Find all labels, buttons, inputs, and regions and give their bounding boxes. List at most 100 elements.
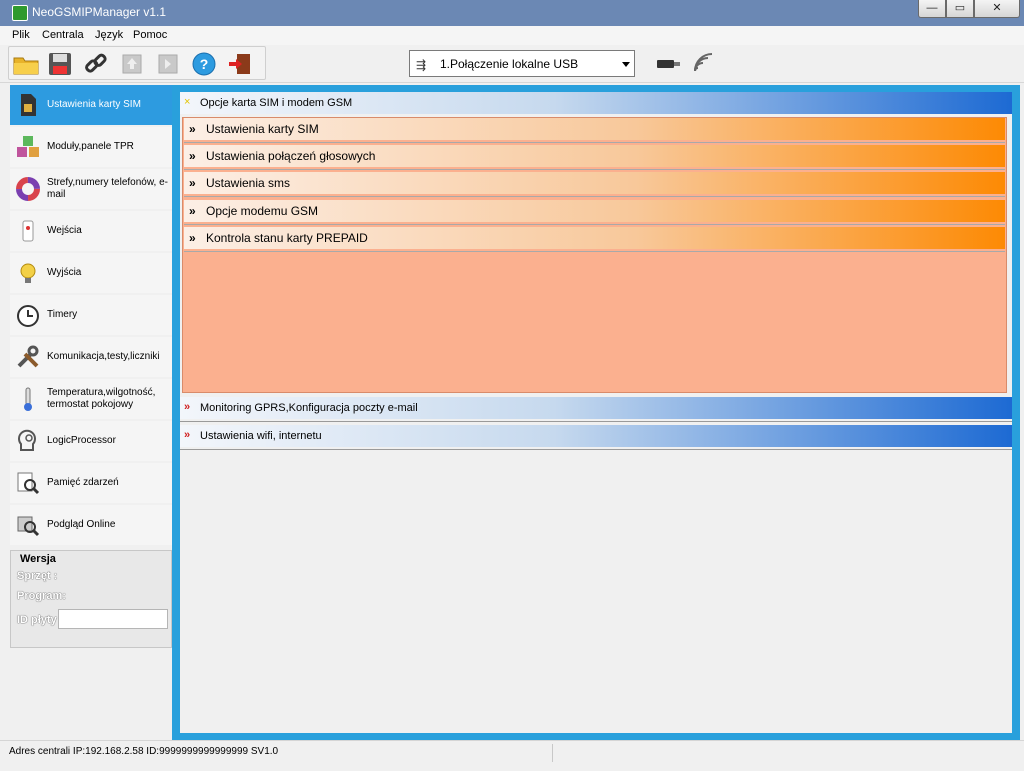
- version-legend: Wersja: [18, 553, 58, 565]
- section-header-label: Ustawienia wifi, internetu: [200, 430, 322, 442]
- section-header-gprs-email[interactable]: » Monitoring GPRS,Konfiguracja poczty e-…: [180, 397, 1012, 422]
- divider: [180, 421, 1012, 422]
- sub-item-label: Ustawienia karty SIM: [206, 122, 319, 136]
- version-panel: Wersja Sprzęt : Program: ID płyty: [10, 550, 172, 648]
- collapse-icon: ×: [184, 96, 191, 108]
- open-folder-button[interactable]: [11, 49, 41, 79]
- menu-jezyk[interactable]: Język: [95, 29, 123, 41]
- save-button[interactable]: [45, 49, 75, 79]
- thermometer-icon: [24, 387, 32, 411]
- hardware-label: Sprzęt :: [17, 570, 58, 582]
- minimize-button[interactable]: —: [918, 0, 946, 18]
- main-panel: × Opcje karta SIM i modem GSM » Ustawien…: [172, 85, 1020, 740]
- menu-pomoc[interactable]: Pomoc: [133, 29, 167, 41]
- tools-icon: [17, 345, 39, 368]
- expand-arrow-icon: »: [189, 176, 196, 190]
- sidebar-item-label: Moduły,panele TPR: [47, 141, 134, 152]
- maximize-button[interactable]: ▭: [946, 0, 974, 18]
- section-header-label: Monitoring GPRS,Konfiguracja poczty e-ma…: [200, 402, 418, 414]
- toolbar: ? ⇶ 1.Połączenie lokalne USB: [0, 45, 1024, 83]
- upload-chip-icon: [122, 54, 142, 74]
- sidebar-item-zones[interactable]: Strefy,numery telefonów, e-mail: [10, 169, 172, 209]
- expand-arrow-icon: »: [189, 231, 196, 245]
- event-memory-icon: [17, 472, 40, 495]
- sensor-icon: [22, 220, 34, 242]
- sub-item-label: Kontrola stanu karty PREPAID: [206, 231, 368, 245]
- board-id-label: ID płyty: [17, 614, 57, 626]
- sub-item-label: Ustawienia połączeń głosowych: [206, 149, 376, 163]
- sidebar-item-communication[interactable]: Komunikacja,testy,liczniki: [10, 337, 172, 377]
- download-button[interactable]: [153, 49, 183, 79]
- window-title: NeoGSMIPManager v1.1: [32, 5, 167, 19]
- sidebar-item-modules[interactable]: Moduły,panele TPR: [10, 127, 172, 167]
- link-icon: [85, 53, 107, 73]
- sidebar-item-inputs[interactable]: Wejścia: [10, 211, 172, 251]
- close-button[interactable]: ✕: [974, 0, 1020, 18]
- menu-centrala[interactable]: Centrala: [42, 29, 84, 41]
- section-body-sim-gsm: » Ustawienia karty SIM » Ustawienia połą…: [182, 117, 1007, 393]
- sidebar-item-label: Timery: [47, 309, 78, 320]
- sub-item-prepaid[interactable]: » Kontrola stanu karty PREPAID: [184, 227, 1005, 252]
- sidebar-item-online-preview[interactable]: Podgląd Online: [10, 505, 172, 545]
- connection-select[interactable]: ⇶ 1.Połączenie lokalne USB: [409, 50, 635, 77]
- usb-symbol-icon: ⇶: [416, 58, 427, 72]
- sidebar-item-event-memory[interactable]: Pamięć zdarzeń: [10, 463, 172, 503]
- sidebar-item-label: Temperatura,wilgotność, termostat pokojo…: [47, 387, 156, 410]
- board-id-input[interactable]: [58, 609, 168, 629]
- sidebar-item-label: Ustawienia karty SIM: [47, 99, 141, 110]
- exit-button[interactable]: [225, 49, 255, 79]
- sidebar: Ustawienia karty SIM Moduły,panele TPR S…: [10, 85, 172, 545]
- upload-button[interactable]: [117, 49, 147, 79]
- sidebar-item-outputs[interactable]: Wyjścia: [10, 253, 172, 293]
- sub-item-sim-settings[interactable]: » Ustawienia karty SIM: [184, 118, 1005, 143]
- app-logo-icon: [12, 5, 28, 21]
- sidebar-item-label: Wejścia: [47, 225, 82, 236]
- divider: [184, 142, 1005, 143]
- divider: [184, 251, 1005, 252]
- svg-text:?: ?: [200, 56, 209, 72]
- connection-select-value: 1.Połączenie lokalne USB: [440, 57, 579, 71]
- expand-arrow-icon: »: [189, 122, 196, 136]
- menu-plik[interactable]: Plik: [12, 29, 30, 41]
- divider: [184, 224, 1005, 225]
- section-header-sim-gsm[interactable]: × Opcje karta SIM i modem GSM: [180, 92, 1012, 114]
- sidebar-item-label: Strefy,numery telefonów, e-mail: [47, 177, 168, 200]
- expand-arrow-icon: »: [189, 204, 196, 218]
- sidebar-item-label: Pamięć zdarzeń: [47, 477, 119, 488]
- menu-bar: Plik Centrala Język Pomoc: [0, 26, 1024, 45]
- chevron-down-icon: [622, 62, 630, 67]
- sidebar-item-label: LogicProcessor: [47, 435, 116, 446]
- sidebar-item-timers[interactable]: Timery: [10, 295, 172, 335]
- sub-item-sms[interactable]: » Ustawienia sms: [184, 172, 1005, 197]
- open-folder-icon: [13, 57, 39, 75]
- status-separator: [552, 744, 553, 762]
- section-header-label: Opcje karta SIM i modem GSM: [200, 97, 353, 109]
- divider: [180, 449, 1012, 450]
- toolbar-button-group: ?: [8, 46, 266, 80]
- expand-arrow-icon: »: [184, 429, 191, 441]
- download-chip-icon: [158, 54, 178, 74]
- divider: [184, 196, 1005, 197]
- sub-item-label: Opcje modemu GSM: [206, 204, 319, 218]
- save-icon: [49, 53, 71, 75]
- modules-cubes-icon: [17, 136, 39, 157]
- divider: [184, 169, 1005, 170]
- expand-arrow-icon: »: [189, 149, 196, 163]
- online-preview-icon: [17, 516, 40, 537]
- sub-item-gsm-modem[interactable]: » Opcje modemu GSM: [184, 200, 1005, 225]
- connect-button[interactable]: [81, 49, 111, 79]
- help-button[interactable]: ?: [189, 49, 219, 79]
- sub-item-voice-calls[interactable]: » Ustawienia połączeń głosowych: [184, 145, 1005, 170]
- sidebar-item-label: Komunikacja,testy,liczniki: [47, 351, 160, 362]
- main-content: × Opcje karta SIM i modem GSM » Ustawien…: [180, 92, 1012, 733]
- status-bar: Adres centrali IP:192.168.2.58 ID:999999…: [0, 740, 1024, 771]
- exit-icon: [229, 54, 250, 74]
- sidebar-item-logicprocessor[interactable]: LogicProcessor: [10, 421, 172, 461]
- sidebar-item-temperature[interactable]: Temperatura,wilgotność, termostat pokojo…: [10, 379, 172, 419]
- section-header-wifi[interactable]: » Ustawienia wifi, internetu: [180, 425, 1012, 450]
- title-bar: NeoGSMIPManager v1.1 — ▭ ✕: [0, 0, 1024, 26]
- sub-item-label: Ustawienia sms: [206, 176, 291, 190]
- alarm-clock-icon: [17, 305, 39, 327]
- status-text: Adres centrali IP:192.168.2.58 ID:999999…: [9, 746, 279, 757]
- sidebar-item-sim-settings[interactable]: Ustawienia karty SIM: [10, 85, 172, 125]
